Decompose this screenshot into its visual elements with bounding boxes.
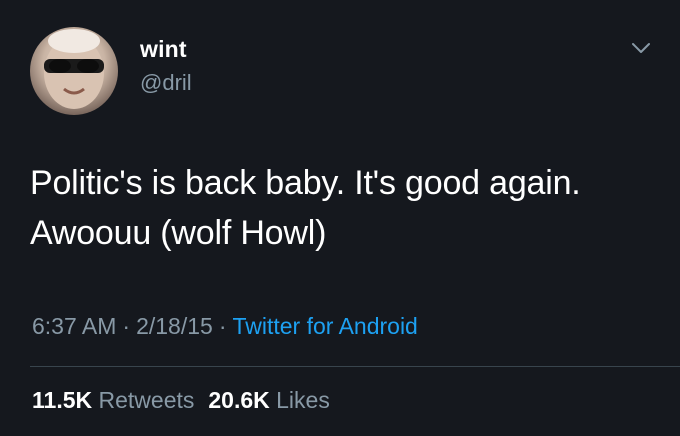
tweet-meta: 6:37 AM · 2/18/15 · Twitter for Android — [32, 313, 418, 340]
tweet-date[interactable]: 2/18/15 — [136, 313, 213, 339]
retweets-label: Retweets — [98, 387, 195, 413]
author-display-name[interactable]: wint — [140, 36, 187, 63]
avatar[interactable] — [30, 27, 118, 115]
tweet-text-line: Politic's is back baby. It's good again. — [30, 164, 581, 202]
likes-count: 20.6K — [208, 387, 270, 413]
tweet-source-link[interactable]: Twitter for Android — [232, 313, 417, 339]
tweet-card: wint @dril Politic's is back baby. It's … — [0, 0, 680, 436]
meta-separator: · — [218, 313, 227, 339]
tweet-time[interactable]: 6:37 AM — [32, 313, 116, 339]
likes-label: Likes — [276, 387, 330, 413]
retweets-count: 11.5K — [32, 387, 93, 413]
divider — [30, 366, 680, 367]
chevron-down-icon[interactable] — [630, 40, 652, 56]
meta-separator: · — [122, 313, 131, 339]
tweet-text: Politic's is back baby. It's good again.… — [30, 158, 660, 258]
profile-photo-icon — [44, 29, 104, 109]
likes-stat[interactable]: 20.6K Likes — [208, 387, 329, 413]
tweet-stats: 11.5K Retweets 20.6K Likes — [32, 387, 330, 414]
author-handle[interactable]: @dril — [140, 70, 192, 96]
retweets-stat[interactable]: 11.5K Retweets — [32, 387, 194, 413]
tweet-text-line: Awoouu (wolf Howl) — [30, 214, 327, 252]
